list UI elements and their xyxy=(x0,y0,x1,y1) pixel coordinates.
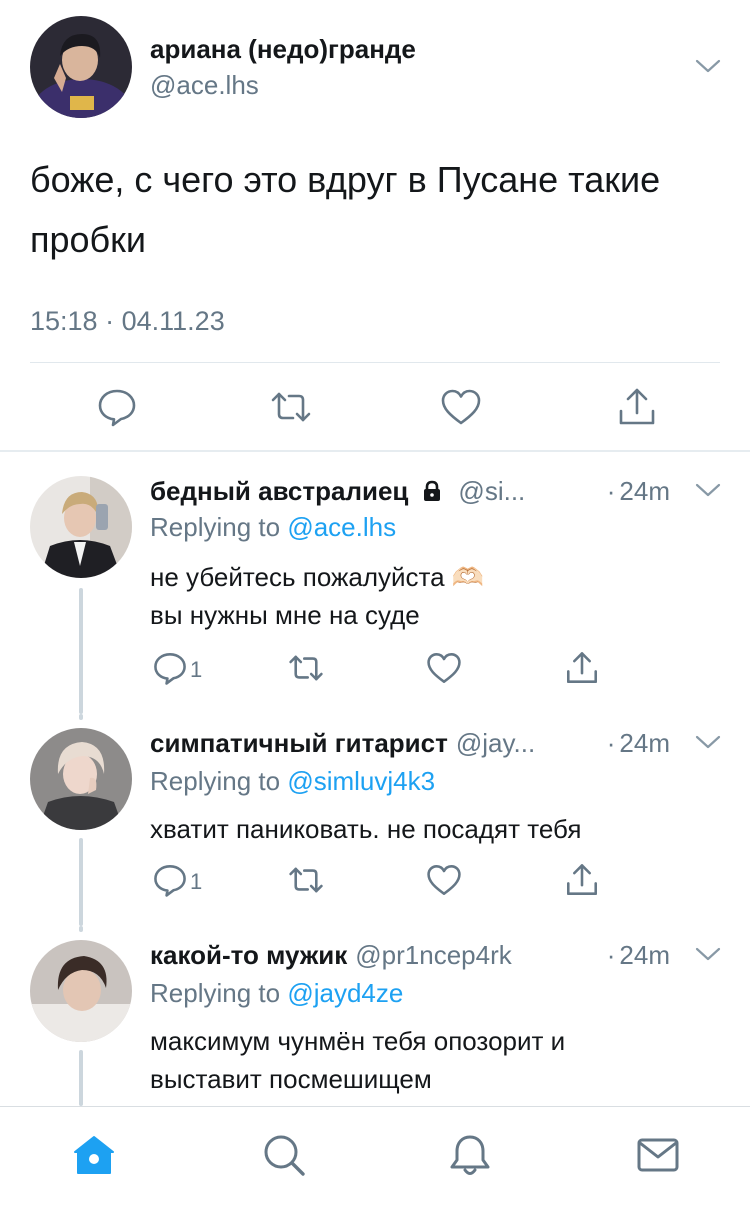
chevron-down-icon[interactable] xyxy=(695,734,721,750)
thread-line xyxy=(79,1050,83,1106)
tweet-date: 04.11.23 xyxy=(121,306,225,336)
meta-separator: · xyxy=(105,306,115,336)
replying-to-handle[interactable]: @simluvj4k3 xyxy=(287,766,435,796)
thread-line xyxy=(79,926,83,932)
replying-label: Replying to xyxy=(150,766,281,796)
replying-to-handle[interactable]: @jayd4ze xyxy=(287,978,403,1008)
replying-to: Replying to @simluvj4k3 xyxy=(150,766,435,797)
chevron-down-icon[interactable] xyxy=(695,946,721,962)
meta-separator: · xyxy=(606,728,616,758)
share-icon[interactable] xyxy=(564,862,600,898)
reply-count: 1 xyxy=(190,869,203,894)
main-tweet: ариана (недо)гранде @ace.lhs боже, с чег… xyxy=(0,0,750,452)
reply-count: 1 xyxy=(190,657,203,682)
reply-icon[interactable] xyxy=(152,650,188,686)
reply-time: 24m xyxy=(619,476,670,506)
thread-line xyxy=(79,838,83,926)
thread-line xyxy=(79,714,83,720)
reply-text: хватит паниковать. не посадят тебя xyxy=(150,810,710,848)
thread-line xyxy=(79,588,83,714)
reply-header: какой-то мужик @pr1ncep4rk · 24m xyxy=(150,940,670,971)
reply-text-line: не убейтесь пожалуйста 🫶🏻 xyxy=(150,562,485,592)
reply-text: максимум чунмён тебя опозорит и выставит… xyxy=(150,1022,710,1098)
divider xyxy=(30,362,720,363)
reply-tweet[interactable]: какой-то мужик @pr1ncep4rk · 24m Replyin… xyxy=(0,926,750,1106)
meta-separator: · xyxy=(606,476,616,506)
reply-text-line: максимум чунмён тебя опозорит и xyxy=(150,1026,566,1056)
reply-author-name[interactable]: какой-то мужик xyxy=(150,940,347,971)
messages-icon[interactable] xyxy=(636,1133,680,1177)
replying-to-handle[interactable]: @ace.lhs xyxy=(287,512,396,542)
reply-header: симпатичный гитарист @jay... · 24m xyxy=(150,728,670,759)
chevron-down-icon[interactable] xyxy=(695,58,721,74)
reply-tweet[interactable]: симпатичный гитарист @jay... · 24m Reply… xyxy=(0,714,750,926)
author-name[interactable]: ариана (недо)гранде xyxy=(150,34,416,65)
author-handle[interactable]: @ace.lhs xyxy=(150,70,259,101)
tweet-text: боже, с чего это вдруг в Пусане такие пр… xyxy=(30,159,661,260)
reply-time: 24m xyxy=(619,940,670,970)
replying-label: Replying to xyxy=(150,978,281,1008)
lock-icon xyxy=(420,479,444,503)
reply-tweet[interactable]: бедный австралиец @si... · 24m Replying … xyxy=(0,452,750,714)
meta-separator: · xyxy=(606,940,616,970)
reply-time: 24m xyxy=(619,728,670,758)
reply-text-line: выставит посмешищем xyxy=(150,1064,432,1094)
reply-icon[interactable] xyxy=(96,386,138,428)
reply-author-name[interactable]: бедный австралиец xyxy=(150,476,408,507)
reply-header: бедный австралиец @si... · 24m xyxy=(150,476,670,507)
reply-author-name[interactable]: симпатичный гитарист xyxy=(150,728,448,759)
replying-label: Replying to xyxy=(150,512,281,542)
chevron-down-icon[interactable] xyxy=(695,482,721,498)
tweet-timestamp: 15:18 · 04.11.23 xyxy=(30,306,225,337)
reply-icon[interactable] xyxy=(152,862,188,898)
replying-to: Replying to @jayd4ze xyxy=(150,978,403,1009)
reply-author-handle[interactable]: @pr1ncep4rk xyxy=(355,940,602,971)
retweet-icon[interactable] xyxy=(288,862,324,898)
like-icon[interactable] xyxy=(426,862,462,898)
search-icon[interactable] xyxy=(262,1133,306,1177)
reply-text-line: хватит паниковать. не посадят тебя xyxy=(150,814,582,844)
reply-text: не убейтесь пожалуйста 🫶🏻 вы нужны мне н… xyxy=(150,558,710,634)
share-icon[interactable] xyxy=(616,386,658,428)
notifications-icon[interactable] xyxy=(448,1133,492,1177)
share-icon[interactable] xyxy=(564,650,600,686)
reply-author-handle[interactable]: @si... xyxy=(458,476,602,507)
reply-avatar[interactable] xyxy=(30,728,132,830)
like-icon[interactable] xyxy=(440,386,482,428)
reply-avatar[interactable] xyxy=(30,476,132,578)
author-avatar[interactable] xyxy=(30,16,132,118)
retweet-icon[interactable] xyxy=(288,650,324,686)
home-icon[interactable] xyxy=(72,1133,116,1177)
like-icon[interactable] xyxy=(426,650,462,686)
reply-author-handle[interactable]: @jay... xyxy=(456,728,603,759)
reply-text-line: вы нужны мне на суде xyxy=(150,600,420,630)
tweet-time: 15:18 xyxy=(30,306,98,336)
replying-to: Replying to @ace.lhs xyxy=(150,512,396,543)
reply-avatar[interactable] xyxy=(30,940,132,1042)
bottom-tab-bar xyxy=(0,1106,750,1206)
retweet-icon[interactable] xyxy=(270,386,312,428)
